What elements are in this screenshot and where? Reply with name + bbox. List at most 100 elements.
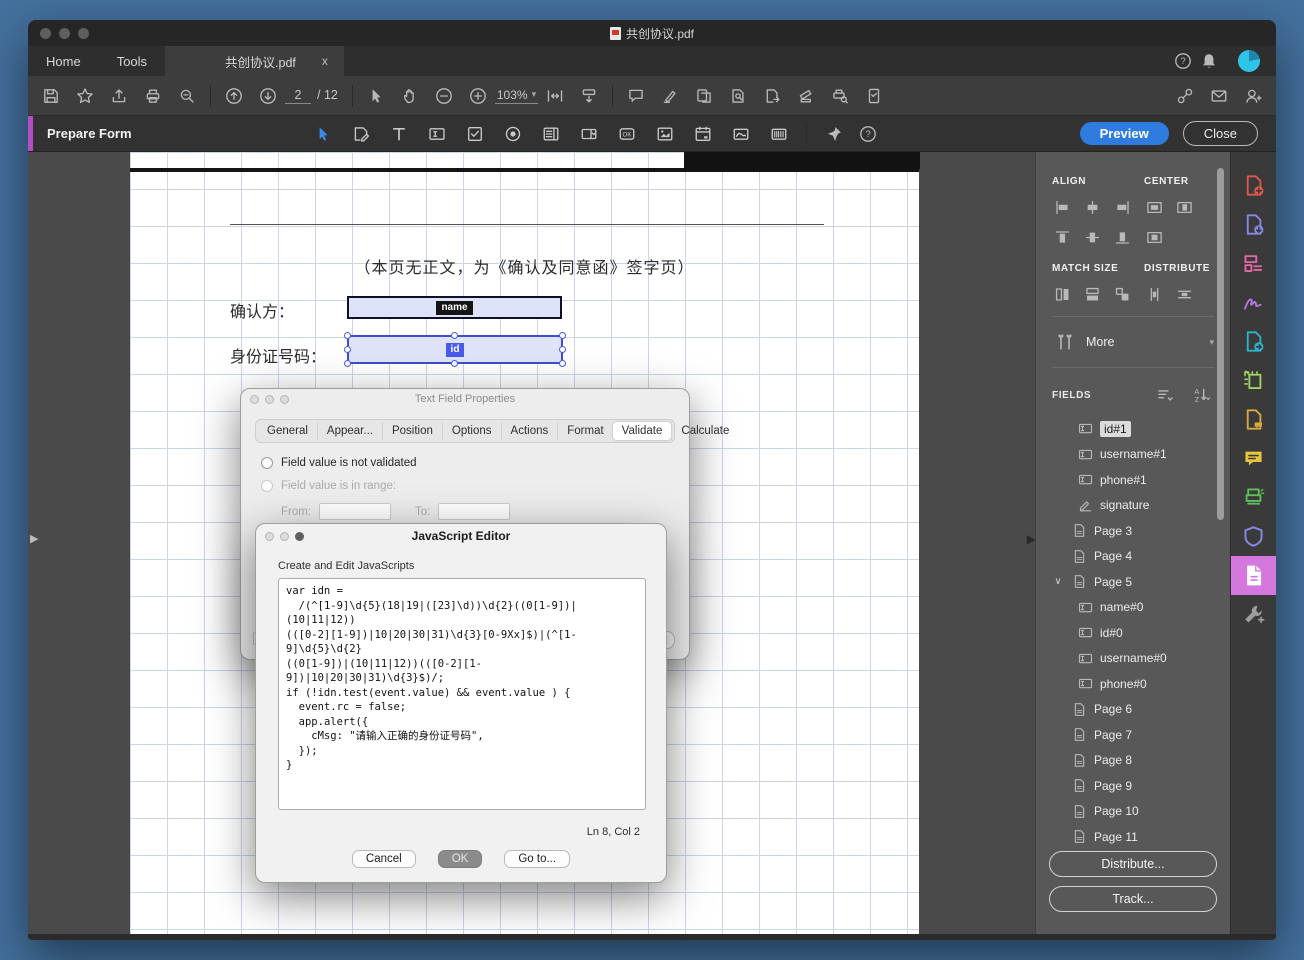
resize-handle[interactable] — [344, 360, 351, 367]
tab-document[interactable]: 共创协议.pdf x — [165, 46, 344, 76]
share-icon[interactable] — [106, 83, 132, 109]
zoom-out-icon[interactable] — [431, 83, 457, 109]
pin-icon[interactable] — [821, 121, 847, 147]
cancel-button[interactable]: Cancel — [351, 850, 416, 868]
resize-handle[interactable] — [451, 332, 458, 339]
tab-close-icon[interactable]: x — [322, 54, 328, 68]
hand-icon[interactable] — [397, 83, 423, 109]
print-search-icon[interactable] — [827, 83, 853, 109]
create-pdf-rail-button[interactable] — [1231, 166, 1277, 205]
radio-field-icon[interactable] — [500, 121, 526, 147]
properties-tab-options[interactable]: Options — [441, 422, 501, 440]
fields-list-item[interactable]: phone#0 — [1052, 671, 1214, 697]
ok-button[interactable]: OK — [437, 850, 483, 868]
comment-icon[interactable] — [623, 83, 649, 109]
align-right-icon[interactable] — [1112, 197, 1132, 217]
properties-tab-calculate[interactable]: Calculate — [671, 422, 738, 440]
edit-doc-icon[interactable] — [348, 121, 374, 147]
comment-tool-rail-button[interactable] — [1231, 439, 1277, 478]
avatar[interactable] — [1238, 50, 1260, 72]
button-field-icon[interactable]: OK — [614, 121, 640, 147]
resize-handle[interactable] — [344, 345, 351, 353]
fields-list-item[interactable]: Page 3 — [1052, 518, 1214, 544]
list-box-icon[interactable] — [538, 121, 564, 147]
barcode-field-icon[interactable] — [766, 121, 792, 147]
fields-list-item[interactable]: Page 8 — [1052, 748, 1214, 774]
radio-not-validated[interactable] — [261, 457, 273, 469]
close-button[interactable]: Close — [1182, 121, 1258, 146]
distribute-button[interactable]: Distribute... — [1049, 851, 1217, 877]
prepare-form-rail-button[interactable] — [1230, 556, 1276, 595]
name-form-field[interactable]: name — [347, 296, 562, 319]
page-number-input[interactable]: 2 — [285, 88, 311, 104]
sort-order-icon[interactable] — [1152, 382, 1178, 408]
request-sign-rail-button[interactable] — [1231, 400, 1277, 439]
checkbox-field-icon[interactable] — [462, 121, 488, 147]
select-tool-icon[interactable] — [310, 121, 336, 147]
email-icon[interactable] — [1206, 83, 1232, 109]
signature-field-icon[interactable] — [728, 121, 754, 147]
image-field-icon[interactable] — [652, 121, 678, 147]
fill-sign-rail-button[interactable] — [1231, 283, 1277, 322]
track-button[interactable]: Track... — [1049, 886, 1217, 912]
left-panel-handle[interactable]: ▶ — [30, 532, 38, 545]
help-icon[interactable]: ? — [855, 121, 881, 147]
resize-handle[interactable] — [559, 332, 566, 339]
from-input[interactable] — [319, 503, 392, 520]
fields-list-item[interactable]: id#0 — [1052, 620, 1214, 646]
protect-rail-button[interactable] — [1231, 517, 1277, 556]
select-icon[interactable] — [363, 83, 389, 109]
bell-icon[interactable] — [1196, 48, 1222, 74]
fields-list-item[interactable]: Page 6 — [1052, 697, 1214, 723]
text-field-icon[interactable] — [424, 121, 450, 147]
properties-tab-format[interactable]: Format — [557, 422, 612, 440]
fields-scrollbar[interactable] — [1217, 168, 1224, 520]
date-field-icon[interactable] — [690, 121, 716, 147]
resize-handle[interactable] — [559, 345, 566, 353]
chevron-down-icon[interactable]: ∨ — [1052, 576, 1064, 587]
copy-pages-icon[interactable] — [691, 83, 717, 109]
fields-list-item[interactable]: Page 4 — [1052, 544, 1214, 570]
resize-handle[interactable] — [344, 332, 351, 339]
preview-button[interactable]: Preview — [1079, 122, 1169, 145]
dropdown-field-icon[interactable] — [576, 121, 602, 147]
edit-pdf-rail-button[interactable] — [1231, 244, 1277, 283]
match-height-icon[interactable] — [1052, 284, 1072, 304]
to-input[interactable] — [438, 503, 511, 520]
distribute-vertical-icon[interactable] — [1144, 284, 1164, 304]
more-button[interactable]: More ▾ — [1052, 329, 1214, 355]
scan-icon[interactable] — [793, 83, 819, 109]
properties-tab-actions[interactable]: Actions — [500, 422, 558, 440]
tab-tools[interactable]: Tools — [99, 46, 165, 76]
id-form-field[interactable]: id — [344, 332, 566, 367]
add-person-icon[interactable] — [1240, 83, 1266, 109]
fields-list-item[interactable]: name#0 — [1052, 595, 1214, 621]
match-both-icon[interactable] — [1112, 284, 1132, 304]
scan-ocr-rail-button[interactable] — [1231, 478, 1277, 517]
save-icon[interactable] — [38, 83, 64, 109]
right-panel-handle[interactable]: ▶ — [1027, 532, 1035, 546]
fit-width-icon[interactable] — [542, 83, 568, 109]
goto-button[interactable]: Go to... — [504, 850, 571, 868]
page-down-icon[interactable] — [255, 83, 281, 109]
more-tools-rail-button[interactable] — [1231, 595, 1277, 634]
match-width-icon[interactable] — [1082, 284, 1102, 304]
fields-list-item[interactable]: username#1 — [1052, 442, 1214, 468]
align-top-icon[interactable] — [1052, 227, 1072, 247]
properties-tab-appear[interactable]: Appear... — [316, 422, 382, 440]
zoom-in-icon[interactable] — [465, 83, 491, 109]
star-icon[interactable] — [72, 83, 98, 109]
fields-list-item[interactable]: id#1 — [1052, 416, 1214, 442]
checklist-icon[interactable] — [861, 83, 887, 109]
fields-list-item[interactable]: Page 7 — [1052, 722, 1214, 748]
page-up-icon[interactable] — [221, 83, 247, 109]
fields-list-item[interactable]: Page 10 — [1052, 799, 1214, 825]
help-icon[interactable]: ? — [1170, 48, 1196, 74]
js-code-editor[interactable]: var idn = /(^[1-9]\d{5}(18|19|([23]\d))\… — [278, 578, 646, 810]
fields-list-item[interactable]: ∨ Page 5 — [1052, 569, 1214, 595]
zoom-select[interactable]: 103% ▾ — [494, 88, 539, 104]
center-both-icon[interactable] — [1144, 227, 1164, 247]
sort-az-icon[interactable]: AZ — [1188, 382, 1214, 408]
resize-handle[interactable] — [451, 360, 458, 367]
add-text-icon[interactable] — [386, 121, 412, 147]
